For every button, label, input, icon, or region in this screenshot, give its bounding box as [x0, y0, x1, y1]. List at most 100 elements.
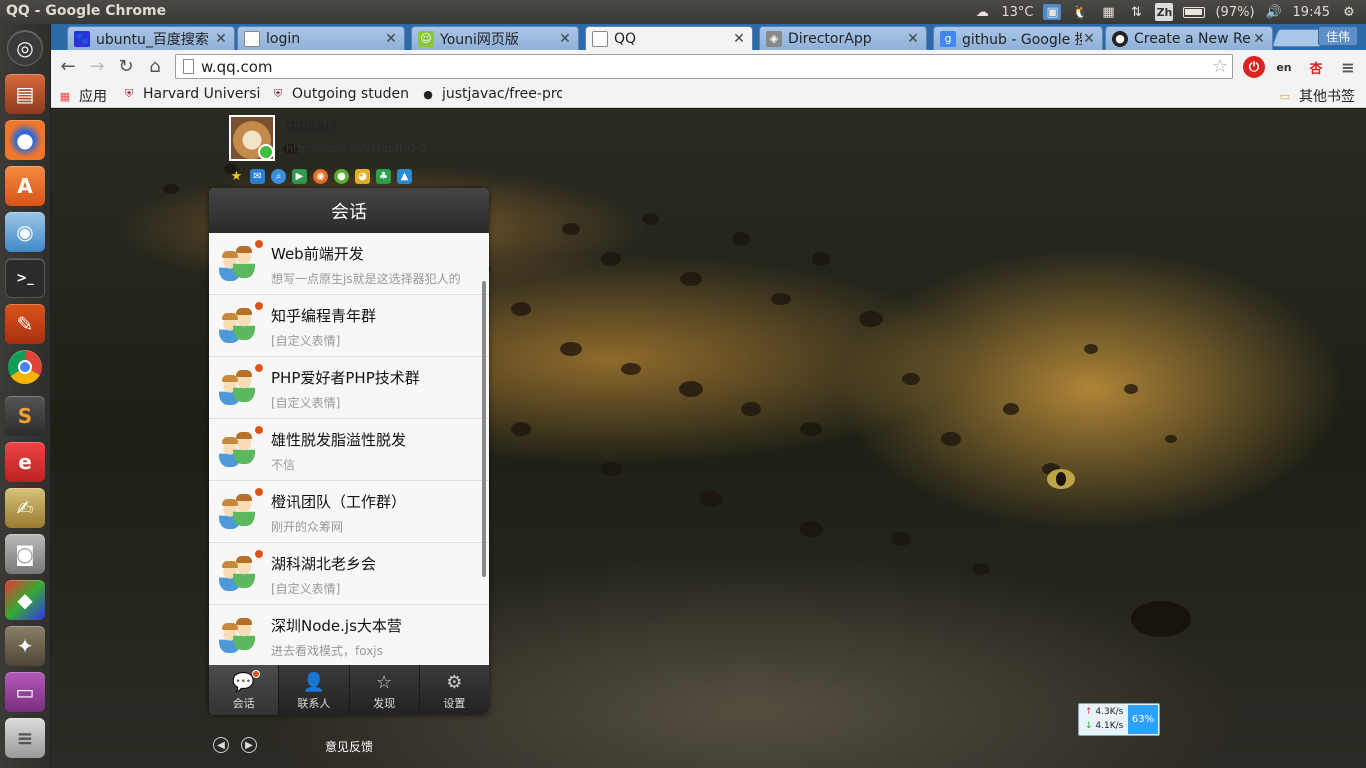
close-tab-icon[interactable]: ✕	[732, 31, 746, 47]
input-method-indicator[interactable]: Zh	[1155, 3, 1174, 21]
conversation-item[interactable]: PHP爱好者PHP技术群 [自定义表情]	[209, 357, 489, 419]
firefox-icon[interactable]: ●	[5, 120, 45, 160]
conversation-name: 橙讯团队（工作群）	[271, 493, 407, 511]
conversation-item[interactable]: 深圳Node.js大本营 进去看戏模式，foxjs	[209, 605, 489, 665]
nickname[interactable]: gglinux	[286, 117, 338, 133]
clover-icon[interactable]: ♣	[376, 169, 391, 184]
reload-icon[interactable]: ↻	[115, 55, 137, 77]
tab-label: 设置	[443, 697, 466, 710]
group-avatar-icon	[219, 245, 257, 283]
dictionary-icon[interactable]: 杏	[1305, 56, 1327, 78]
prev-page-icon[interactable]: ◀	[213, 737, 229, 753]
close-tab-icon[interactable]: ✕	[1082, 31, 1096, 47]
address-bar[interactable]: w.qq.com ☆	[175, 54, 1233, 79]
close-tab-icon[interactable]: ✕	[558, 31, 572, 47]
conversation-list[interactable]: Web前端开发 想写一点原生js就是这选择器犯人的 知乎编程青年群 [自定义表情…	[209, 233, 489, 665]
profile-button[interactable]: 佳伟	[1318, 26, 1358, 46]
tab-github[interactable]: ● Create a New Rep ✕	[1105, 26, 1273, 50]
tab-label: 发现	[373, 697, 396, 710]
camera-icon[interactable]: ◙	[5, 534, 45, 574]
screenshot-icon[interactable]: ▣	[1043, 4, 1062, 20]
clock[interactable]: 19:45	[1293, 5, 1330, 20]
close-tab-icon[interactable]: ✕	[384, 31, 398, 47]
play-icon[interactable]: ▶	[292, 169, 307, 184]
scrollbar[interactable]	[482, 281, 486, 577]
last-message: 不信	[271, 458, 296, 472]
sublime-text-icon[interactable]: S	[5, 396, 45, 436]
conversation-item[interactable]: 雄性脱发脂溢性脱发 不信	[209, 419, 489, 481]
upload-arrow-icon: ↑	[1085, 707, 1093, 717]
close-tab-icon[interactable]: ✕	[1252, 31, 1266, 47]
ebook-reader-icon[interactable]: e	[5, 442, 45, 482]
software-center-icon[interactable]: A	[5, 166, 45, 206]
back-arrow-icon[interactable]: ←	[57, 55, 79, 77]
next-page-icon[interactable]: ▶	[241, 737, 257, 753]
close-tab-icon[interactable]: ✕	[214, 31, 228, 47]
url-text[interactable]: w.qq.com	[201, 58, 273, 76]
adblock-icon[interactable]: ⏻	[1243, 56, 1265, 78]
conversation-item[interactable]: Web前端开发 想写一点原生js就是这选择器犯人的	[209, 233, 489, 295]
chrome-menu-icon[interactable]: ≡	[1337, 56, 1359, 78]
update-manager-icon[interactable]: ◉	[5, 212, 45, 252]
bookmark-outgoing[interactable]: ⛨ Outgoing studen	[270, 86, 409, 102]
volume-icon[interactable]: 🔊	[1265, 4, 1283, 20]
tab-directorapp[interactable]: ◈ DirectorApp ✕	[759, 26, 927, 50]
network-arrows-icon[interactable]: ⇅	[1127, 4, 1145, 20]
tab-youni[interactable]: ☺ Youni网页版 ✕	[411, 26, 579, 50]
bookmark-harvard[interactable]: ⛨ Harvard Universi	[121, 86, 261, 102]
other-bookmarks[interactable]: ▭ 其他书签	[1277, 86, 1355, 106]
files-icon[interactable]: ▤	[5, 74, 45, 114]
network-speed-widget[interactable]: ↑ 4.3K/s ↓ 4.1K/s 63%	[1078, 703, 1160, 736]
battery-icon[interactable]	[1183, 6, 1206, 18]
bookmark-star-icon[interactable]: ☆	[1212, 56, 1228, 77]
dash-home-icon[interactable]: ◎	[7, 30, 43, 66]
avatar[interactable]	[229, 115, 275, 161]
game-icon[interactable]: ●	[334, 169, 349, 184]
close-tab-icon[interactable]: ✕	[906, 31, 920, 47]
photo-icon[interactable]: ▲	[397, 169, 412, 184]
calendar-icon[interactable]: ▦	[1099, 4, 1117, 20]
3d-cube-icon[interactable]: ◆	[5, 580, 45, 620]
power-gear-icon[interactable]: ⚙	[1340, 4, 1358, 20]
unread-dot	[254, 487, 264, 497]
feedback-link[interactable]: 意见反馈	[325, 738, 373, 755]
pet-icon[interactable]: ◕	[355, 169, 370, 184]
tab-discover[interactable]: ☆ 发现	[348, 665, 419, 715]
signature[interactable]: http://honx.in/VMnpfUQ-2...	[286, 142, 437, 155]
temperature[interactable]: 13°C	[1001, 5, 1033, 20]
system-tray: ☁ 13°C ▣ 🐧 ▦ ⇅ Zh (97%) 🔊 19:45 ⚙	[973, 0, 1358, 24]
github-icon: ●	[1112, 30, 1128, 47]
bookmark-justjavac[interactable]: ● justjavac/free-pro	[420, 86, 562, 102]
chrome-icon[interactable]	[8, 350, 42, 384]
group-avatar-icon	[219, 431, 257, 469]
search-icon[interactable]: ⌕	[271, 169, 286, 184]
workspaces-icon[interactable]: ≡	[5, 718, 45, 758]
tab-contacts[interactable]: 👤 联系人	[278, 665, 348, 715]
weather-cloud-icon[interactable]: ☁	[973, 4, 991, 20]
home-icon[interactable]: ⌂	[144, 55, 166, 77]
browser-icon[interactable]: ◉	[313, 169, 328, 184]
terminal-icon[interactable]: >_	[5, 258, 45, 298]
translate-icon[interactable]: en	[1273, 56, 1295, 78]
media-player-icon[interactable]: ▭	[5, 672, 45, 712]
system-settings-icon[interactable]: ✎	[5, 304, 45, 344]
tab-qq[interactable]: QQ ✕	[585, 26, 753, 50]
conversation-item[interactable]: 知乎编程青年群 [自定义表情]	[209, 295, 489, 357]
conversation-item[interactable]: 橙讯团队（工作群） 刚开的众筹网	[209, 481, 489, 543]
qq-penguin-icon[interactable]: 🐧	[1071, 4, 1089, 20]
gimp-icon[interactable]: ✦	[5, 626, 45, 666]
bookmark-apps[interactable]: ▦ 应用	[57, 86, 107, 106]
tab-settings[interactable]: ⚙ 设置	[418, 665, 489, 715]
tab-baidu[interactable]: 🐾 ubuntu_百度搜索 ✕	[67, 26, 235, 50]
tab-login[interactable]: login ✕	[237, 26, 405, 50]
page-icon	[244, 30, 260, 47]
tab-google-search[interactable]: g github - Google 搜 ✕	[933, 26, 1103, 50]
text-editor-icon[interactable]: ✍	[5, 488, 45, 528]
forward-arrow-icon[interactable]: →	[86, 55, 108, 77]
tab-conversations[interactable]: 💬 会话	[209, 665, 279, 715]
upload-value: 4.3K/s	[1095, 707, 1124, 717]
favorite-star-icon[interactable]: ★	[229, 169, 244, 184]
mail-icon[interactable]: ✉	[250, 169, 265, 184]
conversation-item[interactable]: 湖科湖北老乡会 [自定义表情]	[209, 543, 489, 605]
battery-percent[interactable]: (97%)	[1215, 5, 1254, 20]
